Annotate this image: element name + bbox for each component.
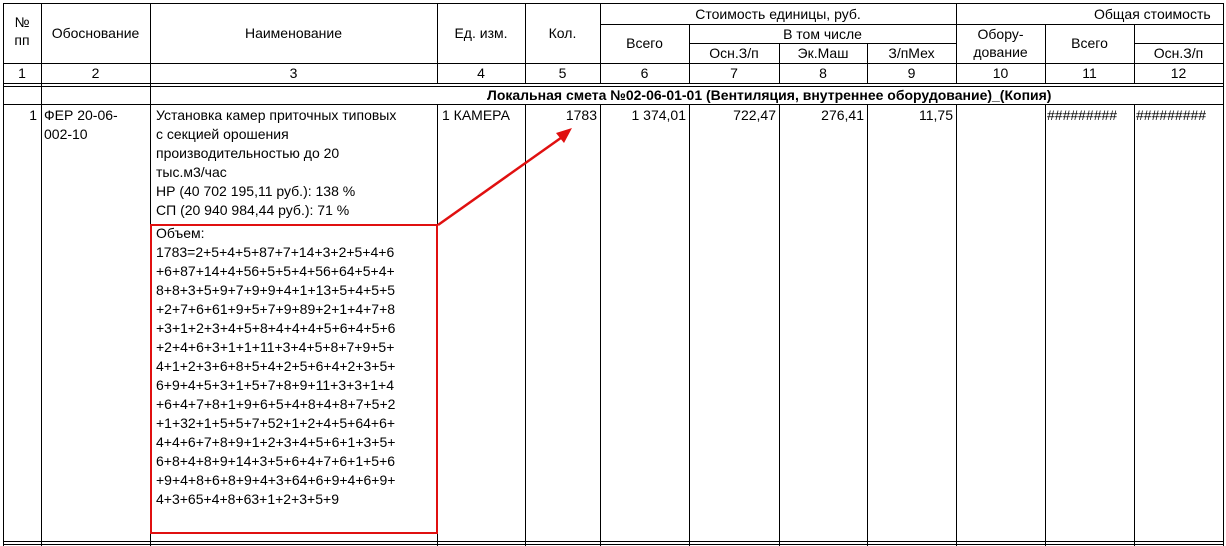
row-qty: 1783: [565, 107, 597, 123]
highlight-box: [150, 224, 438, 534]
header-unit: Ед. изм.: [454, 25, 508, 41]
arrow-head: [556, 128, 572, 143]
row-number: 1: [29, 107, 37, 123]
header-ek-mash: Эк.Маш: [797, 45, 849, 61]
grid-line: [867, 104, 868, 546]
header-total-cost-group: Общая стоимость: [1094, 6, 1211, 22]
row-basis: ФЕР 20-06- 002-10: [44, 107, 118, 142]
col-number: 8: [819, 65, 827, 81]
header-no: № пп: [14, 14, 30, 48]
grid-line: [41, 3, 42, 546]
col-number: 6: [640, 65, 649, 81]
header-qty: Кол.: [548, 25, 577, 41]
grid-line: [1223, 3, 1224, 546]
grid-line: [689, 104, 690, 546]
header-equipment: Обору- дование: [973, 26, 1028, 60]
grid-line: [956, 104, 957, 546]
row-ek-mash: 276,41: [821, 107, 864, 123]
grid-line: [3, 3, 4, 546]
col-number: 11: [1082, 65, 1097, 81]
header-total-all: Всего: [1071, 35, 1108, 51]
grid-line: [3, 541, 1224, 542]
header-incl: В том числе: [783, 26, 862, 42]
col-number: 9: [907, 65, 916, 81]
col-number: 12: [1170, 65, 1187, 81]
row-unit: 1 КАМЕРА: [442, 107, 510, 123]
name-line: производительностью до 20: [156, 145, 340, 161]
col-number: 3: [289, 65, 298, 81]
name-line: Установка камер приточных типовых: [156, 107, 397, 123]
grid-line: [3, 104, 1224, 105]
header-zp-mekh: З/пМех: [888, 45, 935, 61]
col-number: 10: [992, 65, 1009, 81]
grid-line: [600, 104, 601, 546]
section-title: Локальная смета №02-06-01-01 (Вентиляция…: [487, 87, 1052, 103]
grid-line: [3, 83, 1224, 84]
header-osn-zp: Осн.З/п: [709, 45, 759, 61]
name-line: СП (20 940 984,44 руб.): 71 %: [156, 202, 350, 218]
grid-line: [779, 104, 780, 546]
name-line: тыс.м3/час: [156, 164, 227, 180]
row-total-unit: 1 374,01: [631, 107, 687, 123]
name-line: НР (40 702 195,11 руб.): 138 %: [156, 183, 356, 199]
estimate-sheet: № пп Обоснование Наименование Ед. изм. К…: [0, 0, 1226, 546]
row-total-osn-zp: #########: [1136, 107, 1207, 123]
grid-line: [1134, 104, 1135, 546]
col-number: 2: [91, 65, 100, 81]
col-number: 7: [730, 65, 738, 81]
header-total-osn-zp: Осн.З/п: [1153, 45, 1204, 61]
grid-line: [3, 544, 1224, 545]
grid-line: [1045, 104, 1046, 546]
col-number: 4: [477, 65, 485, 81]
row-zp-mekh: 11,75: [919, 107, 953, 123]
header-name: Наименование: [244, 25, 343, 41]
col-number: 1: [18, 65, 26, 81]
col-number: 5: [558, 65, 567, 81]
grid-line: [3, 3, 1224, 4]
header-unit-cost-group: Стоимость единицы, руб.: [695, 6, 861, 22]
row-osn-zp: 722,47: [733, 107, 776, 123]
header-total-unit: Всего: [626, 35, 663, 51]
arrow-shaft: [437, 133, 566, 227]
row-total-all: #########: [1047, 107, 1118, 123]
name-line: с секцией орошения: [156, 126, 289, 142]
row-name: Установка камер приточных типовых с секц…: [156, 106, 436, 220]
header-basis: Обоснование: [51, 25, 140, 41]
grid-line: [525, 104, 526, 546]
